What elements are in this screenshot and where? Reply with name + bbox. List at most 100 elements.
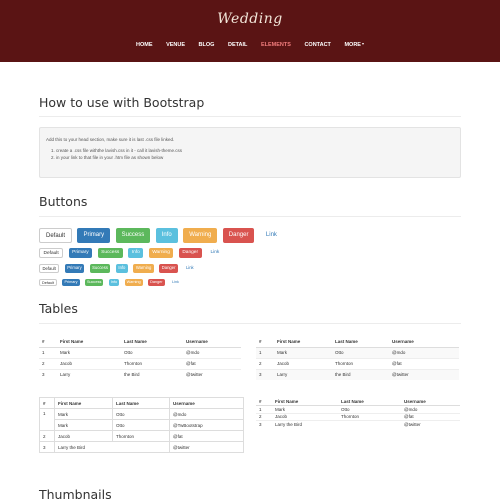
table-cell: Thornton [338,412,401,421]
table-header-row: # First Name Last Name Username [256,336,459,348]
link-button[interactable]: Link [260,228,283,243]
table-cell: 3 [39,441,55,453]
link-button[interactable]: Link [207,248,223,258]
table-cell: 1 [39,346,57,358]
column-header: Username [169,397,244,409]
table-row: 2 Jacob Thornton @fat [39,430,244,442]
table-cell: Larry [57,368,121,380]
divider [39,323,461,324]
warning-button[interactable]: Warning [148,248,174,258]
success-button[interactable]: Success [85,279,104,286]
table-cell: Larry the Bird [54,441,170,453]
divider [39,216,461,217]
basic-table: # First Name Last Name Username 1 Mark O… [39,336,241,380]
table-cell: 1 [256,346,274,358]
table-cell: Mark [272,405,338,413]
danger-button[interactable]: Danger [222,228,255,243]
info-button[interactable]: Info [155,228,178,243]
info-button[interactable]: Info [115,264,128,273]
nav-detail[interactable]: DETAIL [228,42,247,48]
table-cell: 3 [39,368,57,380]
primary-button[interactable]: Primary [68,248,93,258]
table-row: 1 Mark Otto @mdo [39,346,241,358]
brand-logo[interactable]: Wedding [0,11,500,27]
default-button[interactable]: Default [39,264,60,273]
column-header: First Name [274,336,332,348]
bordered-table: # First Name Last Name Username 1 Mark O… [39,397,244,453]
table-cell: Jacob [272,412,338,421]
table-row: 1 Mark Otto @mdo [39,408,244,431]
info-button[interactable]: Info [108,279,120,286]
table-cell: @fat [169,430,244,442]
warning-button[interactable]: Warning [183,228,218,243]
success-button[interactable]: Success [89,264,111,273]
column-header: # [256,336,274,348]
main-nav: HOME VENUE BLOG DETAIL ELEMENTS CONTACT … [0,42,500,48]
section-title-bootstrap: How to use with Bootstrap [39,95,205,110]
table-cell: 2 [256,412,272,421]
warning-button[interactable]: Warning [133,264,154,273]
column-header: # [39,336,57,348]
primary-button[interactable]: Primary [64,264,85,273]
danger-button[interactable]: Danger [178,248,202,258]
table-cell: Larry the Bird [272,420,401,428]
site-header: Wedding HOME VENUE BLOG DETAIL ELEMENTS … [0,0,500,62]
table-cell: the Bird [121,368,183,380]
steps-list: create a .css file withthe lavish.css in… [56,148,182,161]
danger-button[interactable]: Danger [159,264,178,273]
column-header: Last Name [332,336,389,348]
table-row: 1 Mark Otto @mdo [256,405,460,413]
column-header: First Name [57,336,121,348]
table-header-row: # First Name Last Name Username [256,398,460,406]
table-row: 2 Jacob Thornton @fat [39,357,241,369]
nav-elements[interactable]: ELEMENTS [261,42,291,48]
table-cell: Jacob [54,430,113,442]
table-row: Mark Otto @TwBootstrap [40,419,244,431]
table-cell: @twitter [401,420,460,428]
table-row: 2 Jacob Thornton @fat [256,357,459,369]
chevron-down-icon [361,43,364,45]
table-row: 1 Mark Otto @mdo [256,346,459,358]
danger-button[interactable]: Danger [148,279,165,286]
table-cell: @mdo [183,346,241,358]
table-cell: Otto [121,346,183,358]
primary-button[interactable]: Primary [77,228,111,243]
nav-home[interactable]: HOME [136,42,153,48]
button-row-xsmall: Default Primary Success Info Warning Dan… [39,279,182,297]
success-button[interactable]: Success [115,228,151,243]
info-button[interactable]: Info [128,248,144,258]
table-cell: @fat [183,357,241,369]
link-button[interactable]: Link [170,279,181,286]
button-row-large: Default Primary Success Info Warning Dan… [39,228,284,246]
table-row: 3 Larry the Bird @twitter [256,368,459,380]
success-button[interactable]: Success [97,248,123,258]
column-header: Last Name [121,336,183,348]
column-header: # [256,398,272,406]
table-cell: Larry [274,368,332,380]
table-cell: Thornton [121,357,183,369]
default-button[interactable]: Default [39,248,64,258]
table-cell: @twitter [389,368,459,380]
table-cell: 3 [256,420,272,428]
table-header-row: # First Name Last Name Username [39,397,244,409]
table-cell: 2 [39,430,55,442]
table-cell: Jacob [57,357,121,369]
table-cell: @mdo [169,408,244,420]
warning-button[interactable]: Warning [124,279,143,286]
table-cell: Mark [57,346,121,358]
table-row: 2 Jacob Thornton @fat [256,412,460,421]
default-button[interactable]: Default [39,228,73,243]
nav-venue[interactable]: VENUE [166,42,185,48]
section-title-buttons: Buttons [39,194,88,209]
table-cell: 3 [256,368,274,380]
column-header: Username [183,336,241,348]
table-cell: Thornton [332,357,389,369]
primary-button[interactable]: Primary [62,279,80,286]
nav-more[interactable]: MORE [344,42,364,48]
nav-blog[interactable]: BLOG [199,42,215,48]
link-button[interactable]: Link [183,264,196,273]
table-cell: 2 [39,357,57,369]
default-button[interactable]: Default [39,279,58,286]
table-cell: Mark [54,408,113,420]
nav-contact[interactable]: CONTACT [304,42,330,48]
